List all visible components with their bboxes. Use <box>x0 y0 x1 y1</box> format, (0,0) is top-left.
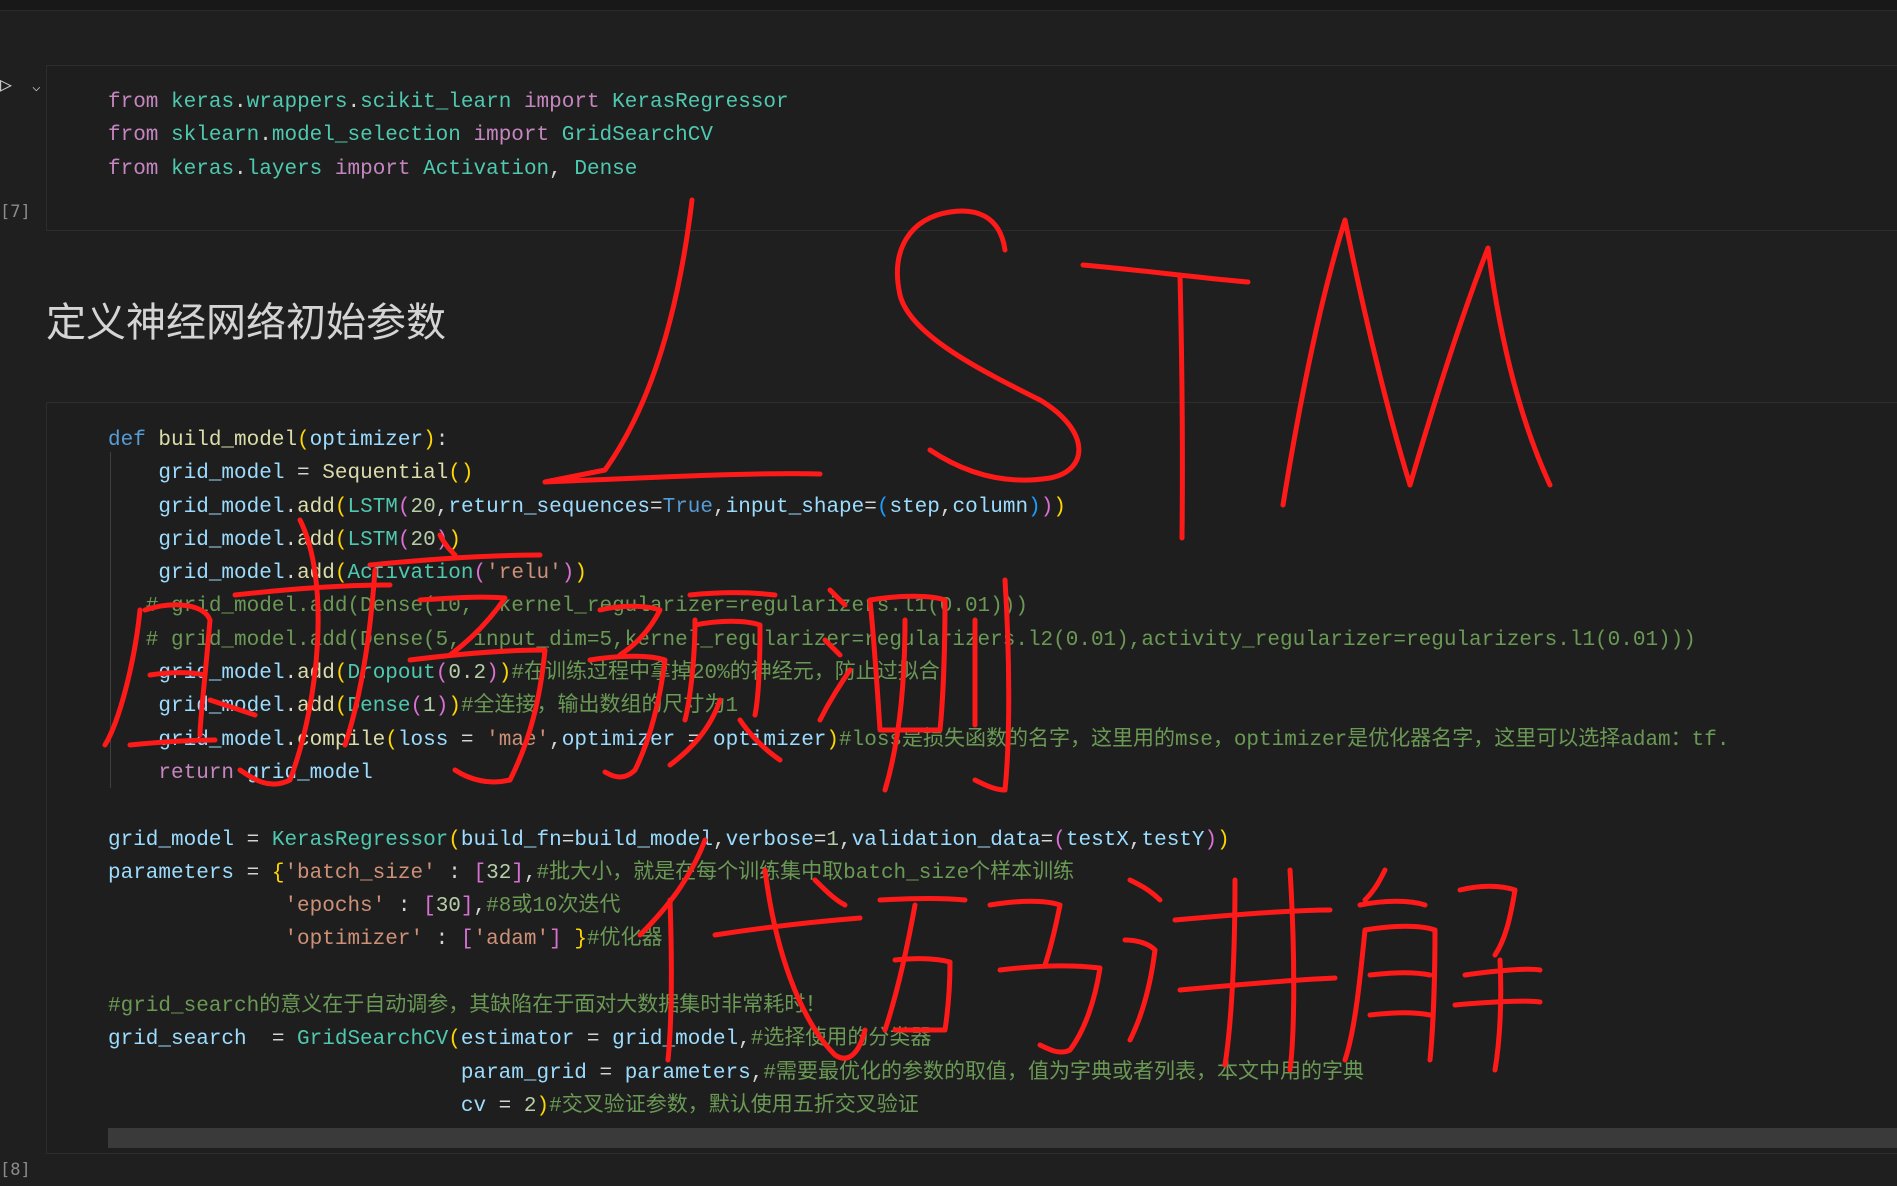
ink-stroke <box>1122 877 1163 1043</box>
ink-stroke <box>1357 867 1428 908</box>
ink-stroke <box>987 898 1103 1055</box>
ink-stroke <box>712 915 863 938</box>
ink-stroke <box>1287 867 1297 1073</box>
ink-stroke <box>437 532 458 558</box>
ink-stroke <box>142 602 213 738</box>
ink-stroke <box>1492 957 1504 1073</box>
ink-stroke <box>882 617 908 793</box>
ink-stroke <box>102 607 143 748</box>
ink-stroke <box>877 896 968 903</box>
ink-stroke <box>665 897 674 1063</box>
ink-stroke <box>237 517 321 787</box>
ink-stroke <box>1080 262 1251 285</box>
ink-stroke <box>127 737 218 748</box>
ink-stroke <box>232 582 393 598</box>
ink-stroke <box>407 647 548 785</box>
ink-stroke <box>1452 998 1543 1008</box>
ink-stroke <box>682 617 763 723</box>
ink-stroke <box>542 197 823 485</box>
ink-stroke <box>1177 975 1338 993</box>
ink-stroke <box>1172 907 1333 923</box>
ink-stroke <box>1457 883 1518 958</box>
ink-stroke <box>342 567 378 748</box>
ink-stroke <box>147 670 208 678</box>
ink-stroke <box>867 593 948 733</box>
ink-stroke <box>882 902 953 1033</box>
ink-stroke <box>207 697 258 718</box>
ink-stroke <box>417 594 508 658</box>
ink-stroke <box>972 577 1012 793</box>
ink-stroke <box>817 587 853 723</box>
ink-stroke <box>812 877 848 908</box>
ink-stroke <box>1177 272 1185 541</box>
ink-stroke <box>894 208 1082 483</box>
handwritten-annotation <box>102 197 1553 1073</box>
ink-stroke <box>1367 970 1433 1018</box>
ink-stroke <box>1342 923 1438 1063</box>
ink-stroke <box>1280 217 1553 508</box>
ink-stroke <box>587 653 668 780</box>
ink-stroke <box>367 552 543 568</box>
ink-stroke <box>1222 877 1238 1068</box>
ink-stroke <box>597 603 663 658</box>
ink-stroke <box>687 590 778 598</box>
ink-stroke <box>762 867 868 1061</box>
